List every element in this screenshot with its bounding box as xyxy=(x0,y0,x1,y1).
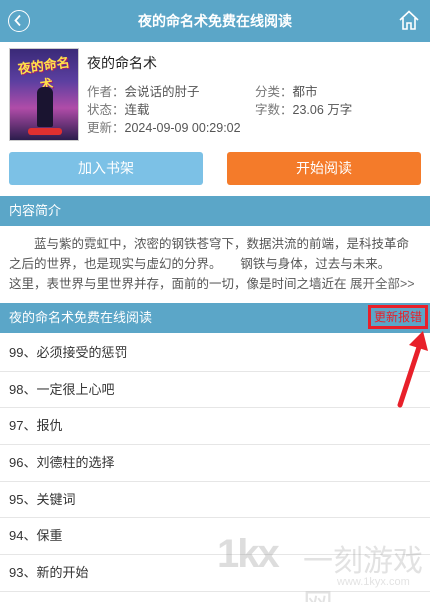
words-label: 字数： xyxy=(255,103,293,117)
updated-label: 更新： xyxy=(87,121,125,135)
home-icon[interactable] xyxy=(398,9,420,31)
author-label: 作者： xyxy=(87,85,125,99)
chapter-item[interactable]: 93、新的开始 xyxy=(0,555,430,592)
updated-value: 2024-09-09 00:29:02 xyxy=(124,121,241,135)
report-error-label: 更新报错 xyxy=(373,310,422,324)
book-title: 夜的命名术 xyxy=(87,55,157,71)
cover-badge xyxy=(28,128,62,135)
words-row: 字数：23.06 万字 xyxy=(255,99,352,118)
status-value: 连载 xyxy=(124,103,150,117)
author-value[interactable]: 会说话的肘子 xyxy=(125,85,200,99)
intro-heading: 内容简介 xyxy=(0,196,430,226)
chapter-item[interactable]: 94、保重 xyxy=(0,518,430,556)
chapter-item[interactable]: 99、必须接受的惩罚 xyxy=(0,335,430,372)
cover-figure xyxy=(37,87,53,127)
book-cover[interactable]: 夜的命名术 xyxy=(9,48,79,141)
expand-all-link[interactable]: 展开全部>> xyxy=(350,277,415,291)
start-reading-button[interactable]: 开始阅读 xyxy=(227,152,421,185)
author-row: 作者：会说话的肘子 xyxy=(87,81,200,100)
top-bar: 夜的命名术免费在线阅读 xyxy=(0,0,430,42)
add-to-shelf-button[interactable]: 加入书架 xyxy=(9,152,203,185)
category-row: 分类：都市 xyxy=(255,81,318,100)
status-label: 状态： xyxy=(87,103,125,117)
category-label: 分类： xyxy=(255,85,293,99)
chapter-item[interactable]: 96、刘德柱的选择 xyxy=(0,445,430,482)
status-row: 状态：连载 xyxy=(87,99,150,118)
chapters-heading: 夜的命名术免费在线阅读 xyxy=(0,303,430,333)
annotation-arrow-icon xyxy=(397,331,428,408)
chapter-item[interactable]: 95、关键词 xyxy=(0,482,430,519)
chapter-list: 99、必须接受的惩罚 98、一定很上心吧 97、报仇 96、刘德柱的选择 95、… xyxy=(0,335,430,592)
intro-text-block: 蓝与紫的霓虹中，浓密的钢铁苍穹下，数据洪流的前端，是科技革命之后的世界，也是现实… xyxy=(9,234,421,294)
book-info: 夜的命名术 夜的命名术 作者：会说话的肘子 分类：都市 状态：连载 字数：23.… xyxy=(0,42,430,145)
chapter-item[interactable]: 98、一定很上心吧 xyxy=(0,372,430,409)
page-title: 夜的命名术免费在线阅读 xyxy=(138,13,292,29)
category-value[interactable]: 都市 xyxy=(293,85,318,99)
updated-row: 更新：2024-09-09 00:29:02 xyxy=(87,117,241,136)
chapter-item[interactable]: 97、报仇 xyxy=(0,408,430,446)
words-value: 23.06 万字 xyxy=(292,103,353,117)
